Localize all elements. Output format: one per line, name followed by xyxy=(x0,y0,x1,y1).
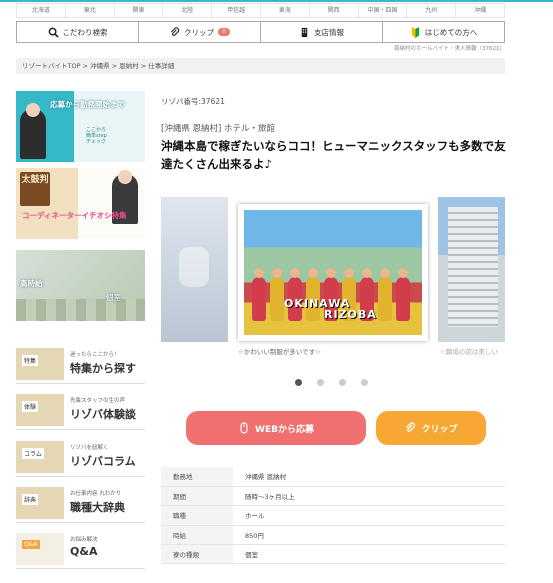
slide-caption: ☆かわいい制服が多いです☆ xyxy=(238,348,321,356)
slider-dot[interactable] xyxy=(361,379,368,386)
job-area: [沖縄県 恩納村] ホテル・旅館 xyxy=(161,124,276,134)
region-link[interactable]: 九州 xyxy=(407,4,457,17)
menu-title: Q&A xyxy=(70,545,98,558)
slider-dots xyxy=(295,379,368,386)
table-row: 勤務地 沖縄県 恩納村 xyxy=(161,467,505,487)
toolbar: こだわり検索 クリップ 0 支店情報 はじめての方へ xyxy=(16,21,505,43)
menu-experiences[interactable]: 体験 先輩スタッフの生の声 リゾバ体験談 xyxy=(16,390,145,430)
beginner-button[interactable]: はじめての方へ xyxy=(383,22,504,42)
money-image xyxy=(16,299,145,321)
region-link[interactable]: 北海道 xyxy=(16,4,66,17)
banner-subtext: ここから簡単stepチェック xyxy=(86,127,107,145)
table-row: 寮の種類 個室 xyxy=(161,544,505,565)
info-value: 850円 xyxy=(233,525,505,546)
site-note: 恩納村のホールバイト・求人情報（37621） xyxy=(394,46,505,52)
region-nav: 北海道 東北 関東 北陸 甲信越 東海 関西 中国・四国 九州 沖縄 xyxy=(16,3,505,18)
beginner-button-label: はじめての方へ xyxy=(424,27,478,37)
region-link[interactable]: 関東 xyxy=(115,4,164,17)
menu-title: リゾバ体験談 xyxy=(70,408,136,421)
taikoban-stamp: 太鼓判 xyxy=(20,172,50,206)
slide-current[interactable]: OKINAWA RIZOBA xyxy=(238,204,428,341)
slider-dot[interactable] xyxy=(339,379,346,386)
table-row: 期間 随時～3ヶ月以上 xyxy=(161,486,505,507)
menu-thumbnail: Q&A xyxy=(16,533,64,565)
info-value: 個室 xyxy=(233,544,505,565)
menu-subtitle: リゾバを紐解く xyxy=(70,445,109,451)
office-button-label: 支店情報 xyxy=(314,27,344,37)
clip-count-badge: 0 xyxy=(218,28,230,36)
paperclip-icon xyxy=(170,26,180,36)
banner-subtitle: 個室 xyxy=(106,293,121,302)
menu-features[interactable]: 特集 迷ったらここから！ 特集から探す xyxy=(16,344,145,384)
info-value: ホール xyxy=(233,505,505,526)
search-button[interactable]: こだわり検索 xyxy=(17,22,139,42)
region-link[interactable]: 中国・四国 xyxy=(359,4,408,17)
menu-subtitle: 迷ったらここから！ xyxy=(70,352,120,358)
search-button-label: こだわり検索 xyxy=(62,27,108,37)
region-link[interactable]: 東北 xyxy=(66,4,115,17)
info-value: 沖縄県 恩納村 xyxy=(233,467,505,487)
table-row: 時給 850円 xyxy=(161,525,505,546)
menu-qa[interactable]: Q&A お悩み解決 Q&A xyxy=(16,529,145,569)
office-button[interactable]: 支店情報 xyxy=(261,22,383,42)
slider-dot[interactable] xyxy=(317,379,324,386)
info-value: 随時～3ヶ月以上 xyxy=(233,486,505,507)
region-link[interactable]: 東海 xyxy=(261,4,310,17)
menu-title: リゾバコラム xyxy=(70,455,136,468)
region-link[interactable]: 北陸 xyxy=(163,4,213,17)
slide-caption-next: ☆職場の前は美しい xyxy=(440,348,498,356)
uniform-photo: OKINAWA RIZOBA xyxy=(244,210,422,335)
building-icon xyxy=(301,27,308,37)
job-info-table: 勤務地 沖縄県 恩納村 期間 随時～3ヶ月以上 職種 ホール 時給 850円 寮の種類個… xyxy=(161,467,505,565)
menu-thumbnail: 辞典 xyxy=(16,487,64,519)
info-key: 期間 xyxy=(161,486,233,507)
menu-title: 特集から探す xyxy=(70,362,136,375)
region-link[interactable]: 関西 xyxy=(310,4,359,17)
mouse-icon xyxy=(240,422,248,434)
banner-high-wage[interactable]: 高時給 個室 xyxy=(16,250,145,321)
breadcrumb[interactable]: リゾートバイトTOP > 沖縄県 > 恩納村 > 仕事詳細 xyxy=(16,58,505,74)
search-icon xyxy=(48,27,59,38)
job-title: 沖縄本島で稼ぎたいならココ！ヒューマニックスタッフも多数で友達たくさん出来るよ♪ xyxy=(161,139,506,171)
top-accent-line xyxy=(0,0,553,2)
info-key: 時給 xyxy=(161,525,233,546)
menu-title: 職種大辞典 xyxy=(70,501,125,514)
web-apply-button[interactable]: WEBから応募 xyxy=(186,411,366,445)
menu-column[interactable]: コラム リゾバを紐解く リゾバコラム xyxy=(16,437,145,477)
menu-job-dictionary[interactable]: 辞典 お仕事内容 丸わかり 職種大辞典 xyxy=(16,483,145,523)
menu-thumbnail: 体験 xyxy=(16,394,64,426)
menu-subtitle: 先輩スタッフの生の声 xyxy=(70,398,126,404)
clip-nav-label: クリップ xyxy=(184,27,214,37)
web-apply-label: WEBから応募 xyxy=(255,424,314,435)
menu-thumbnail: コラム xyxy=(16,441,64,473)
clip-nav-button[interactable]: クリップ 0 xyxy=(139,22,261,42)
banner-application-flow[interactable]: 応募から勤務開始まで ここから簡単stepチェック xyxy=(16,91,145,162)
info-key: 勤務地 xyxy=(161,467,233,487)
menu-thumbnail: 特集 xyxy=(16,348,64,380)
menu-subtitle: お仕事内容 丸わかり xyxy=(70,491,122,497)
region-link[interactable]: 甲信越 xyxy=(212,4,261,17)
info-key: 職種 xyxy=(161,505,233,526)
slide-next[interactable] xyxy=(438,197,505,342)
banner-coordinator-picks[interactable]: 太鼓判 コーディネーターイチオシ特集 xyxy=(16,168,145,239)
slider-dot-active[interactable] xyxy=(295,379,302,386)
paperclip-icon xyxy=(406,422,416,432)
slide-previous[interactable] xyxy=(161,197,228,342)
slide-image xyxy=(179,247,209,287)
okinawa-rizoba-logo: OKINAWA RIZOBA xyxy=(284,297,377,321)
table-row: 職種 ホール xyxy=(161,505,505,526)
banner-title: 応募から勤務開始まで xyxy=(50,100,125,109)
region-link[interactable]: 沖縄 xyxy=(456,4,505,17)
clip-button[interactable]: クリップ xyxy=(376,411,486,445)
banner-title: コーディネーターイチオシ特集 xyxy=(22,211,127,220)
job-number: リゾバ番号:37621 xyxy=(161,97,225,106)
info-key: 寮の種類 xyxy=(161,544,233,565)
clip-button-label: クリップ xyxy=(421,424,458,435)
menu-subtitle: お悩み解決 xyxy=(70,537,98,543)
beginner-mark-icon xyxy=(411,26,419,38)
coordinator-face xyxy=(118,170,132,184)
slide-image xyxy=(448,207,498,327)
banner-title: 高時給 xyxy=(20,279,43,288)
staff-face xyxy=(26,103,40,117)
